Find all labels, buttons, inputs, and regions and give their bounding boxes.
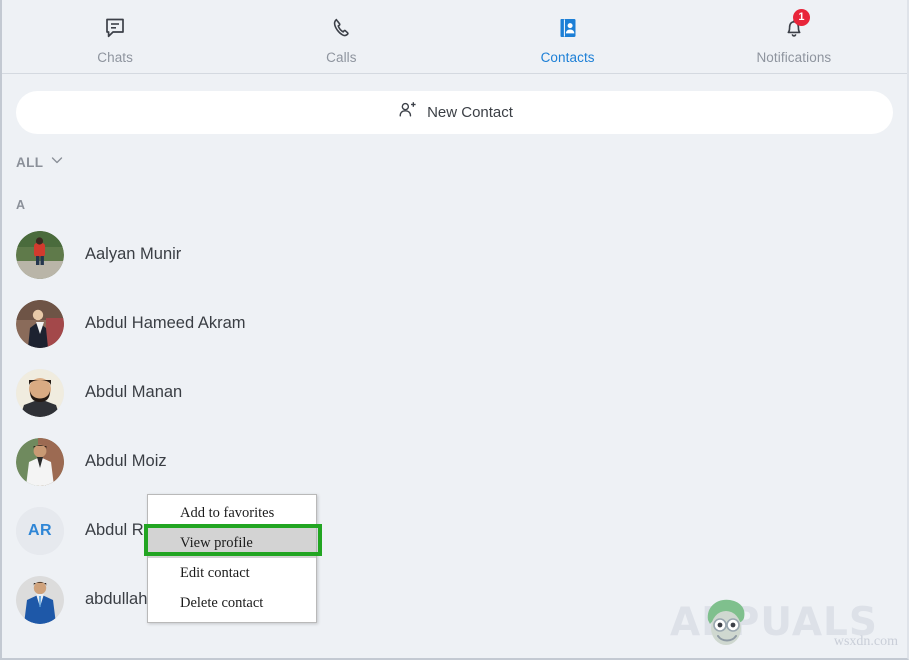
list-item[interactable]: abdullahniaz	[2, 565, 907, 634]
list-item[interactable]: Abdul Manan	[2, 358, 907, 427]
person-add-icon	[396, 99, 418, 126]
avatar	[16, 576, 64, 624]
messenger-contacts-window: Chats Calls Contacts	[0, 0, 909, 660]
contacts-filter-label: ALL	[16, 155, 43, 170]
nav-tab-chats[interactable]: Chats	[2, 0, 228, 73]
contacts-list: Aalyan Munir Abdul Hameed Akram	[2, 220, 907, 634]
new-contact-label: New Contact	[427, 104, 513, 121]
nav-tab-calls[interactable]: Calls	[228, 0, 454, 73]
avatar	[16, 231, 64, 279]
avatar	[16, 438, 64, 486]
nav-tab-notifications-label: Notifications	[756, 50, 831, 65]
contacts-book-icon	[553, 14, 583, 42]
contact-name: Abdul Hameed Akram	[85, 314, 246, 333]
contact-name: Abdul Moiz	[85, 452, 167, 471]
top-navigation-bar: Chats Calls Contacts	[2, 0, 907, 74]
phone-icon	[326, 14, 356, 42]
new-contact-button[interactable]: New Contact	[16, 91, 893, 134]
list-item[interactable]: Abdul Hameed Akram	[2, 289, 907, 358]
avatar: AR	[16, 507, 64, 555]
avatar-initials: AR	[16, 507, 64, 555]
contact-name: Aalyan Munir	[85, 245, 181, 264]
chevron-down-icon	[50, 153, 64, 172]
bell-icon: 1	[779, 14, 809, 42]
watermark-subtext: wsxdn.com	[834, 634, 898, 650]
context-menu-item-add-to-favorites[interactable]: Add to favorites	[148, 498, 316, 528]
nav-tab-chats-label: Chats	[97, 50, 133, 65]
avatar	[16, 369, 64, 417]
list-item[interactable]: Aalyan Munir	[2, 220, 907, 289]
new-contact-area: New Contact	[2, 74, 907, 134]
list-item[interactable]: AR Abdul Rehman	[2, 496, 907, 565]
context-menu-item-edit-contact[interactable]: Edit contact	[148, 558, 316, 588]
nav-tab-notifications[interactable]: 1 Notifications	[681, 0, 907, 73]
chat-bubble-icon	[100, 14, 130, 42]
avatar	[16, 300, 64, 348]
nav-tab-contacts-label: Contacts	[541, 50, 595, 65]
contacts-filter-dropdown[interactable]: ALL	[2, 134, 78, 172]
nav-tab-contacts[interactable]: Contacts	[455, 0, 681, 73]
contact-name: Abdul Manan	[85, 383, 182, 402]
context-menu-item-view-profile[interactable]: View profile	[148, 528, 316, 558]
contact-context-menu: Add to favorites View profile Edit conta…	[147, 494, 317, 623]
list-section-header: A	[2, 172, 907, 212]
context-menu-item-delete-contact[interactable]: Delete contact	[148, 588, 316, 618]
nav-tab-calls-label: Calls	[326, 50, 357, 65]
notifications-badge: 1	[793, 9, 810, 26]
list-item[interactable]: Abdul Moiz	[2, 427, 907, 496]
